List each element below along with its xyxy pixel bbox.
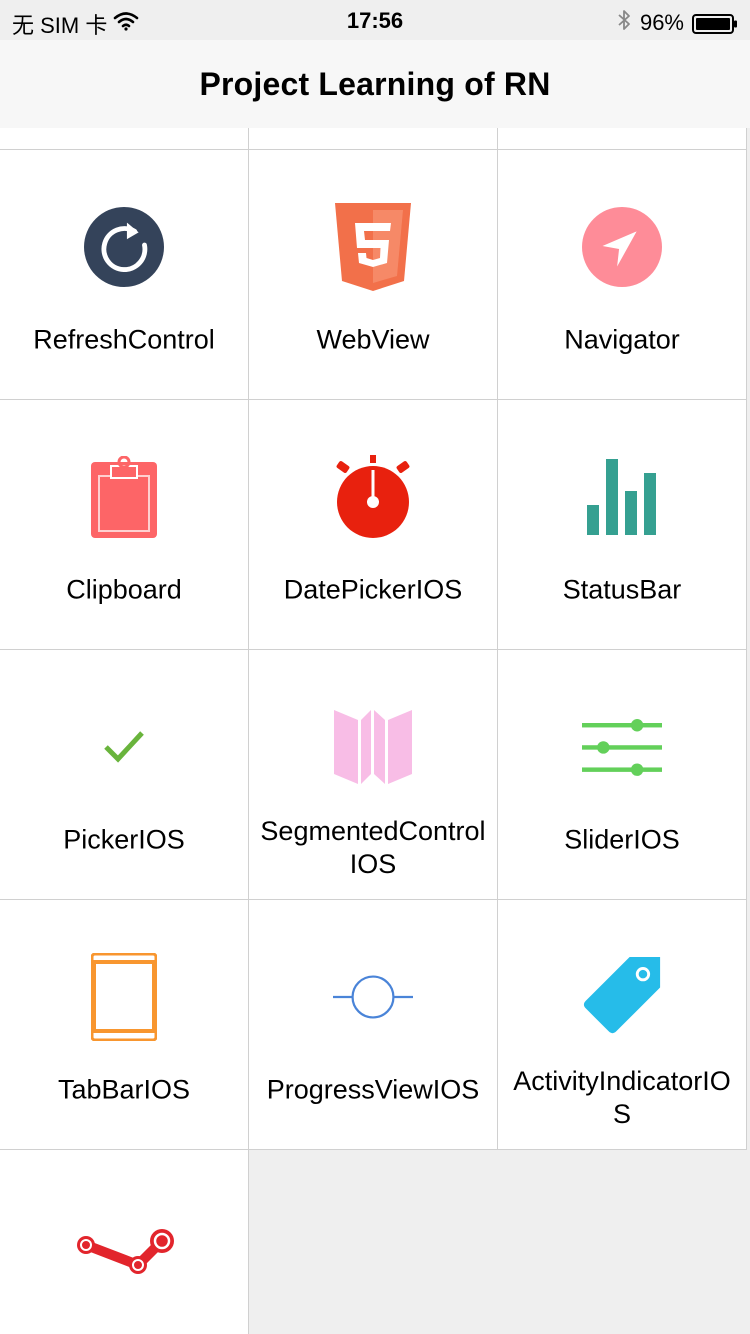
grid-item-navigator[interactable]: Navigator: [498, 150, 747, 400]
grid-cell-partial: [0, 128, 249, 150]
grid-item-label: StatusBar: [562, 574, 682, 605]
tag-icon: [582, 957, 662, 1037]
progress-circle-icon: [333, 957, 413, 1037]
status-bar: 无 SIM 卡 17:56 96%: [0, 0, 750, 40]
grid-item-pickerios[interactable]: PickerIOS: [0, 650, 249, 900]
navigation-bar: Project Learning of RN: [0, 40, 750, 128]
refresh-icon: [84, 207, 164, 287]
tablet-icon: [84, 953, 164, 1041]
sliders-icon: [582, 707, 662, 787]
stopwatch-icon: [333, 455, 413, 538]
grid-item-statusbar[interactable]: StatusBar: [498, 400, 747, 650]
bar-chart-icon: [582, 457, 662, 537]
bluetooth-icon: [616, 8, 632, 38]
grid-item-tabbarios[interactable]: TabBarIOS: [0, 900, 249, 1150]
grid-item-datepickerios[interactable]: DatePickerIOS: [249, 400, 498, 650]
component-grid: RefreshControl WebView Navigator Clipboa…: [0, 128, 750, 1334]
checkmark-icon: [84, 707, 164, 787]
folded-map-icon: [333, 707, 413, 787]
navigation-arrow-icon: [582, 207, 662, 287]
steam-icon: [74, 1225, 178, 1279]
grid-item-clipboard[interactable]: Clipboard: [0, 400, 249, 650]
grid-item-label: Clipboard: [66, 574, 182, 605]
page-title: Project Learning of RN: [199, 66, 551, 102]
grid-item-refreshcontrol[interactable]: RefreshControl: [0, 150, 249, 400]
grid-item-activityindicatorios[interactable]: ActivityIndicatorIO S: [498, 900, 747, 1150]
grid-item-segmentedcontrolios[interactable]: SegmentedControl IOS: [249, 650, 498, 900]
grid-item-label: PickerIOS: [63, 824, 185, 855]
battery-percent: 96%: [639, 10, 684, 35]
grid-item-label: SliderIOS: [564, 824, 680, 855]
status-right: 96%: [616, 8, 737, 38]
html5-icon: [333, 203, 413, 291]
grid-item-label: DatePickerIOS: [283, 574, 463, 605]
grid-item-label: ActivityIndicatorIO S: [513, 1066, 731, 1129]
grid-item-progressviewios[interactable]: ProgressViewIOS: [249, 900, 498, 1150]
grid-item-label: TabBarIOS: [57, 1074, 191, 1105]
grid-cell-partial: [498, 128, 747, 150]
grid-item-webview[interactable]: WebView: [249, 150, 498, 400]
grid-item-label: WebView: [316, 324, 430, 355]
battery-icon: [692, 13, 737, 34]
grid-cell-partial: [249, 128, 498, 150]
clipboard-icon: [84, 456, 164, 538]
grid-item-sliderios[interactable]: SliderIOS: [498, 650, 747, 900]
grid-item-label: RefreshControl: [33, 324, 215, 355]
grid-item-label: Navigator: [564, 324, 680, 355]
grid-item-label: ProgressViewIOS: [266, 1074, 480, 1105]
grid-item-label: SegmentedControl IOS: [260, 816, 486, 879]
grid-item-steam[interactable]: [0, 1150, 249, 1334]
